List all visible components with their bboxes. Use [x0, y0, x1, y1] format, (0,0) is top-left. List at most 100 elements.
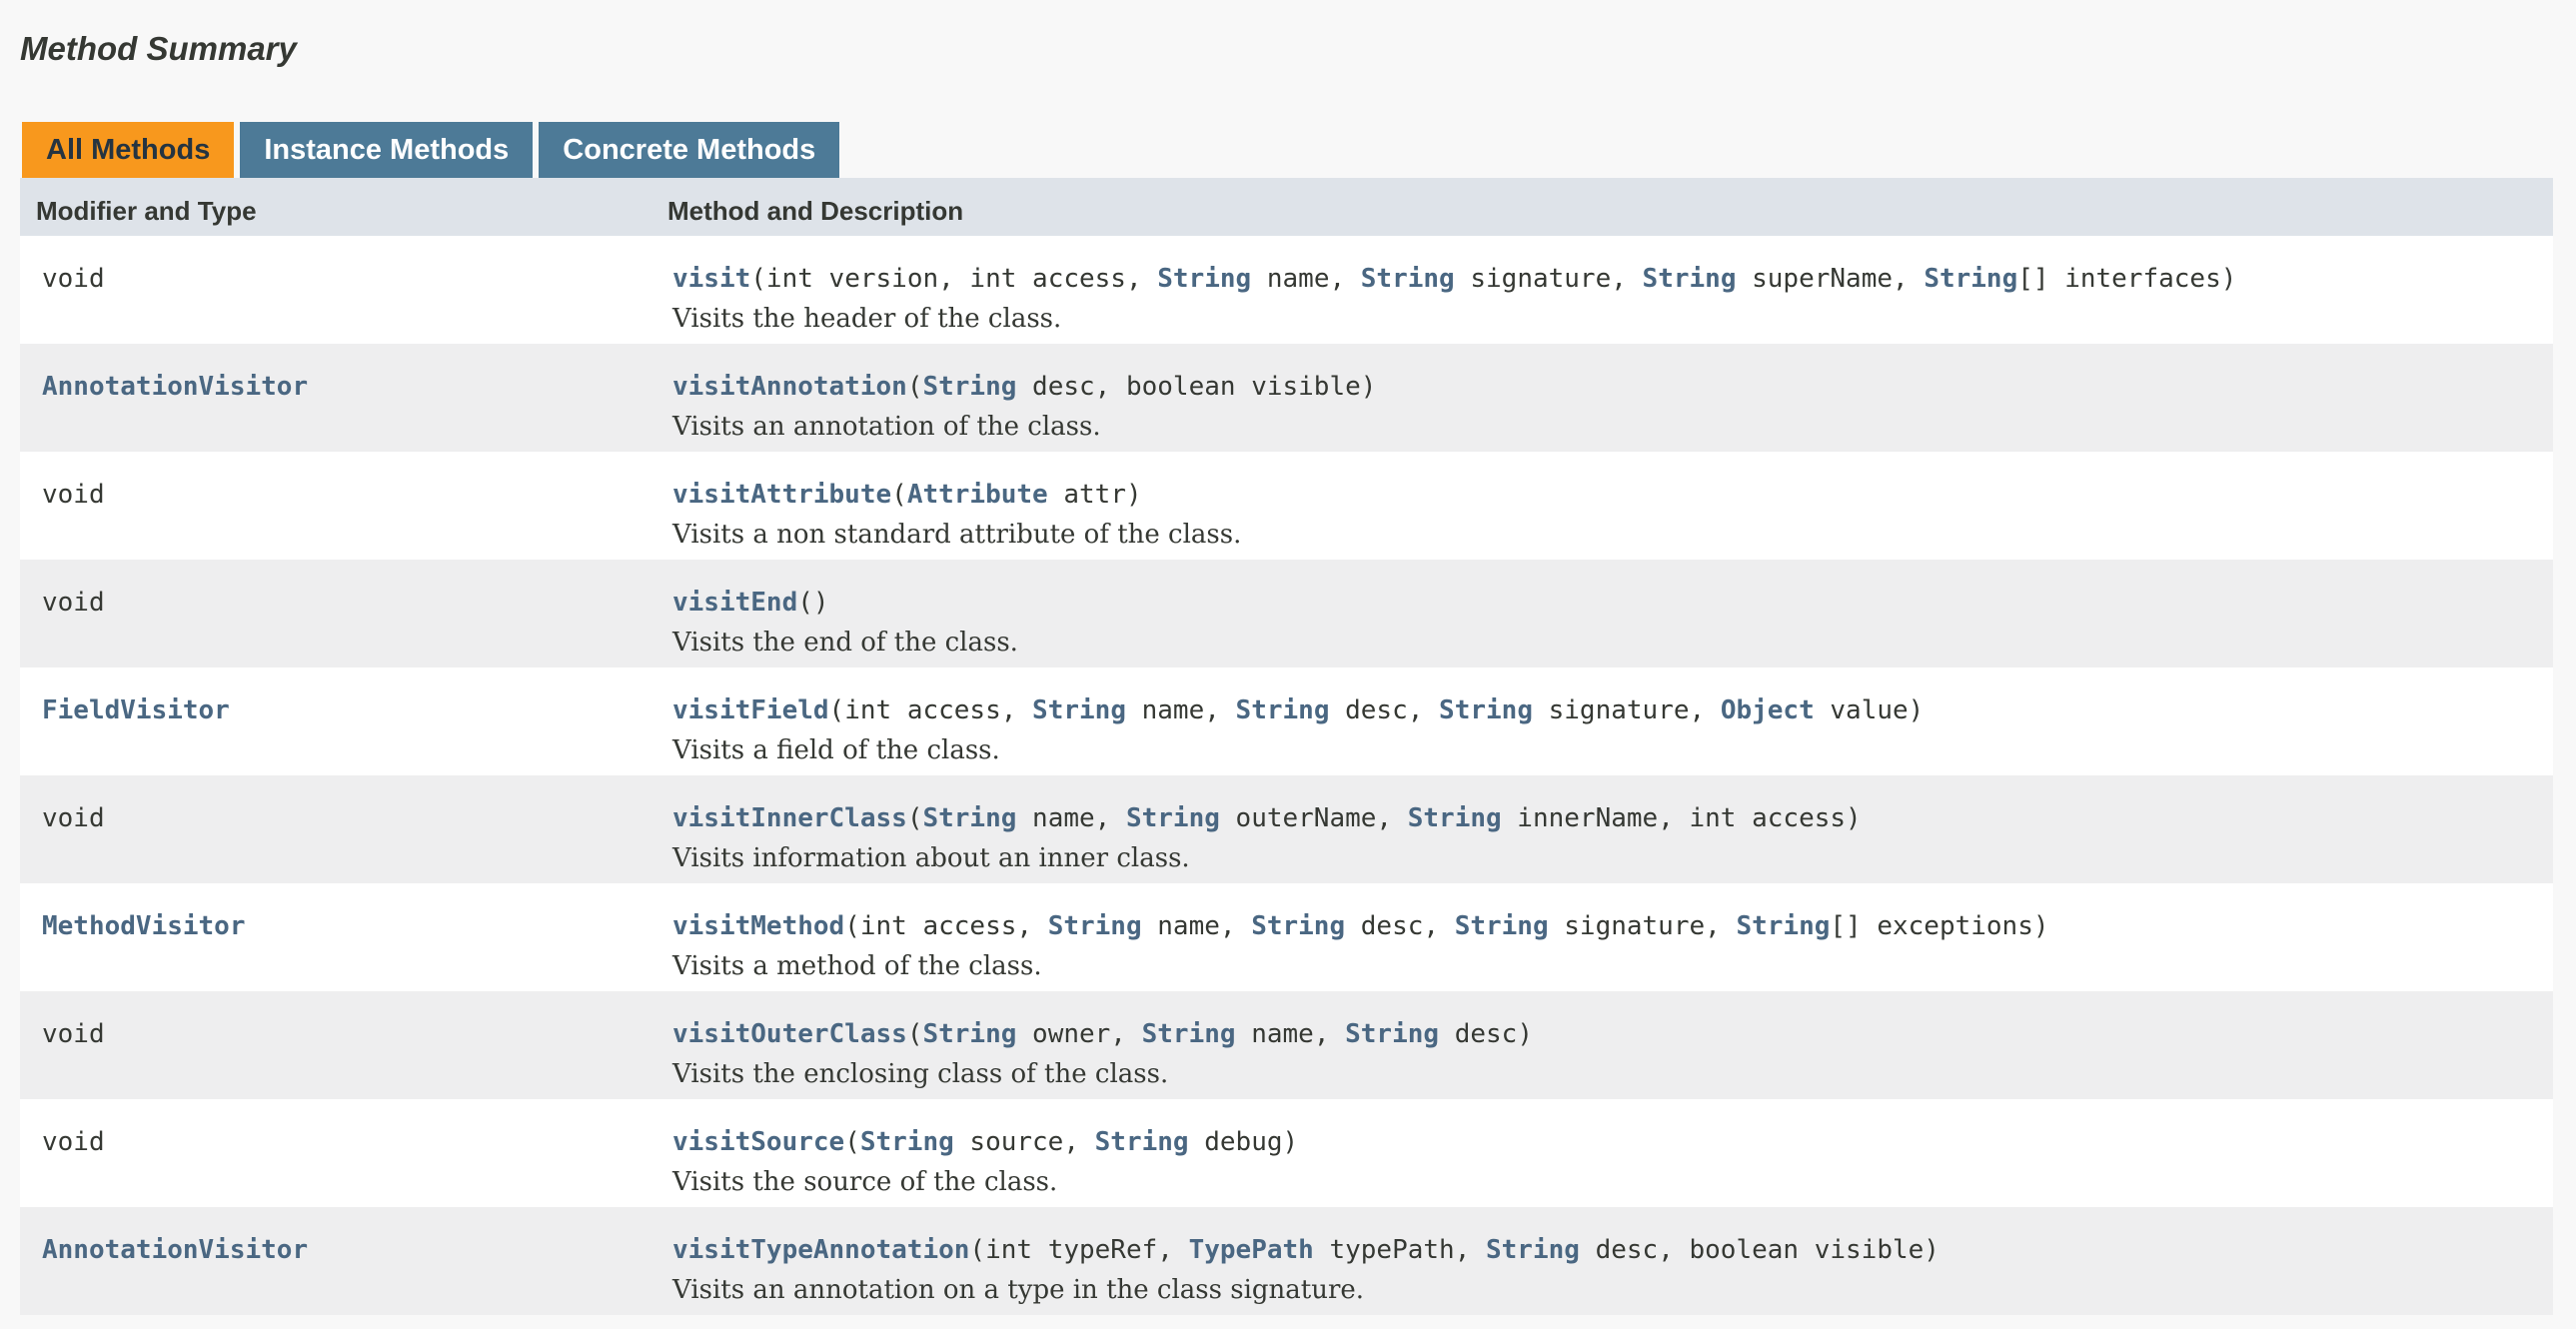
method-signature: visitAttribute(Attribute attr) — [672, 480, 1142, 510]
param-type-link[interactable]: String — [1095, 1127, 1189, 1157]
column-header-modifier: Modifier and Type — [36, 196, 257, 226]
return-type-link[interactable]: AnnotationVisitor — [42, 1235, 308, 1265]
table-row: MethodVisitor visitMethod(int access, Str… — [20, 883, 2553, 991]
section-title: Method Summary — [20, 30, 297, 67]
param-type-link[interactable]: String — [1126, 803, 1220, 833]
signature-text: [] exceptions) — [1830, 911, 2049, 941]
tab-all-methods[interactable]: All Methods — [22, 122, 235, 178]
param-type-link[interactable]: String — [1736, 911, 1830, 941]
signature-text: value) — [1814, 695, 1925, 725]
method-name-link[interactable]: visitInnerClass — [672, 803, 907, 833]
param-type-link[interactable]: String — [1236, 695, 1330, 725]
signature-text: (int access, — [828, 695, 1033, 725]
param-type-link[interactable]: String — [1157, 264, 1251, 294]
method-name-link[interactable]: visitOuterClass — [672, 1019, 907, 1049]
column-header-method: Method and Description — [667, 196, 964, 226]
table-row: void visitEnd() Visits the end of the clas… — [20, 560, 2553, 667]
table-row: void visit(int version, int access, Strin… — [20, 236, 2553, 344]
param-type-link[interactable]: String — [922, 372, 1016, 402]
return-type-link[interactable]: FieldVisitor — [42, 695, 230, 725]
param-type-link[interactable]: String — [860, 1127, 954, 1157]
signature-text: ( — [891, 480, 907, 510]
method-description: Visits an annotation of the class. — [672, 412, 1101, 442]
method-name-link[interactable]: visit — [672, 264, 750, 294]
param-type-link[interactable]: String — [922, 1019, 1016, 1049]
method-name-link[interactable]: visitSource — [672, 1127, 844, 1157]
param-type-link[interactable]: String — [1455, 911, 1549, 941]
return-type: void — [42, 264, 105, 294]
method-description: Visits the header of the class. — [672, 304, 1062, 334]
method-description: Visits information about an inner class. — [672, 843, 1190, 873]
signature-text: (int access, — [844, 911, 1048, 941]
param-type-link[interactable]: String — [1032, 695, 1126, 725]
method-description: Visits the enclosing class of the class. — [672, 1059, 1169, 1089]
method-signature: visitField(int access, String name, Stri… — [672, 695, 1924, 725]
signature-text: name, — [1016, 803, 1126, 833]
table-row: void visitSource(String source, String de… — [20, 1099, 2553, 1207]
method-name-link[interactable]: visitEnd — [672, 588, 797, 618]
method-signature: visitMethod(int access, String name, Str… — [672, 911, 2049, 941]
param-type-link[interactable]: TypePath — [1189, 1235, 1314, 1265]
param-type-link[interactable]: String — [1408, 803, 1502, 833]
signature-text: [] interfaces) — [2017, 264, 2237, 294]
signature-text: typePath, — [1313, 1235, 1486, 1265]
param-type-link[interactable]: String — [922, 803, 1016, 833]
param-type-link[interactable]: String — [1361, 264, 1455, 294]
param-type-link[interactable]: String — [1048, 911, 1142, 941]
signature-text: desc, — [1345, 911, 1455, 941]
param-type-link[interactable]: String — [1643, 264, 1737, 294]
method-signature: visitOuterClass(String owner, String nam… — [672, 1019, 1533, 1049]
signature-text: superName, — [1736, 264, 1925, 294]
table-row: void visitOuterClass(String owner, String… — [20, 991, 2553, 1099]
signature-text: ( — [906, 1019, 923, 1049]
return-type-link[interactable]: AnnotationVisitor — [42, 372, 308, 402]
signature-text: signature, — [1532, 695, 1721, 725]
param-type-link[interactable]: String — [1924, 264, 2017, 294]
tab-instance-methods[interactable]: Instance Methods — [240, 122, 534, 178]
method-description: Visits the source of the class. — [672, 1167, 1058, 1197]
method-description: Visits a method of the class. — [672, 951, 1042, 981]
tab-concrete-methods[interactable]: Concrete Methods — [539, 122, 840, 178]
signature-text: desc) — [1439, 1019, 1533, 1049]
signature-text: owner, — [1016, 1019, 1142, 1049]
param-type-link[interactable]: String — [1251, 911, 1345, 941]
return-type: void — [42, 480, 105, 510]
signature-text: () — [797, 588, 829, 618]
signature-text: signature, — [1454, 264, 1643, 294]
method-signature: visitSource(String source, String debug) — [672, 1127, 1298, 1157]
signature-text: desc, boolean visible) — [1579, 1235, 1939, 1265]
table-row: void visitInnerClass(String name, String … — [20, 775, 2553, 883]
table-body: void visit(int version, int access, Strin… — [20, 236, 2553, 1315]
method-signature: visit(int version, int access, String na… — [672, 264, 2236, 294]
method-signature: visitInnerClass(String name, String oute… — [672, 803, 1862, 833]
method-summary-table: Modifier and Type Method and Description… — [20, 178, 2553, 1315]
method-description: Visits a field of the class. — [672, 735, 1000, 765]
method-filter-tabs: All Methods Instance Methods Concrete Me… — [22, 122, 845, 178]
param-type-link[interactable]: Attribute — [907, 480, 1048, 510]
signature-text: name, — [1141, 911, 1252, 941]
table-row: FieldVisitor visitField(int access, Strin… — [20, 667, 2553, 775]
method-name-link[interactable]: visitMethod — [672, 911, 844, 941]
signature-text: (int version, int access, — [750, 264, 1158, 294]
signature-text: ( — [906, 372, 923, 402]
method-description: Visits a non standard attribute of the c… — [672, 520, 1242, 550]
param-type-link[interactable]: Object — [1721, 695, 1815, 725]
param-type-link[interactable]: String — [1439, 695, 1533, 725]
method-name-link[interactable]: visitAnnotation — [672, 372, 907, 402]
method-name-link[interactable]: visitTypeAnnotation — [672, 1235, 969, 1265]
method-name-link[interactable]: visitAttribute — [672, 480, 891, 510]
signature-text: ( — [906, 803, 923, 833]
signature-text: attr) — [1047, 480, 1142, 510]
table-row: AnnotationVisitor visitAnnotation(String … — [20, 344, 2553, 452]
return-type: void — [42, 1127, 105, 1157]
signature-text: desc, boolean visible) — [1016, 372, 1377, 402]
table-row: AnnotationVisitor visitTypeAnnotation(int… — [20, 1207, 2553, 1315]
signature-text: ( — [844, 1127, 860, 1157]
param-type-link[interactable]: String — [1142, 1019, 1236, 1049]
param-type-link[interactable]: String — [1486, 1235, 1580, 1265]
method-name-link[interactable]: visitField — [672, 695, 829, 725]
param-type-link[interactable]: String — [1345, 1019, 1439, 1049]
signature-text: (int typeRef, — [969, 1235, 1189, 1265]
method-signature: visitAnnotation(String desc, boolean vis… — [672, 372, 1376, 402]
return-type-link[interactable]: MethodVisitor — [42, 911, 246, 941]
